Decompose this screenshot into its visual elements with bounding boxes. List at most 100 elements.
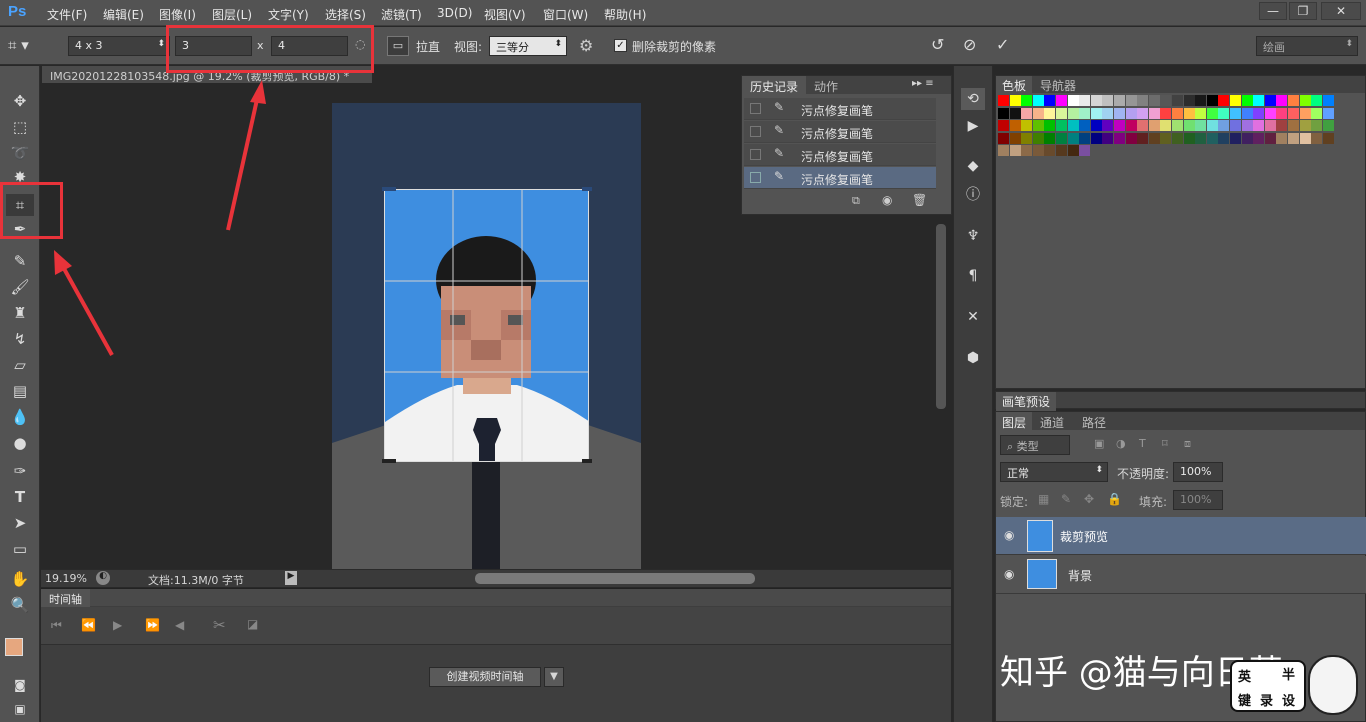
tool-presets-icon[interactable]: ✕ [961, 306, 985, 328]
color-swatch[interactable] [1009, 107, 1021, 119]
color-swatch[interactable] [1114, 120, 1125, 131]
layer-name[interactable]: 背景 [1068, 567, 1092, 584]
color-swatch[interactable] [1183, 95, 1195, 106]
color-swatch[interactable] [1148, 132, 1160, 144]
color-swatch[interactable] [1183, 132, 1195, 144]
color-swatch[interactable] [1090, 107, 1102, 119]
color-swatch[interactable] [1172, 107, 1183, 119]
color-swatch[interactable] [1044, 132, 1056, 144]
color-swatch[interactable] [1311, 120, 1323, 131]
color-swatch[interactable] [1206, 107, 1218, 119]
color-swatch[interactable] [1288, 132, 1299, 144]
color-swatch[interactable] [1218, 132, 1230, 144]
color-swatch[interactable] [1009, 132, 1021, 144]
color-swatch[interactable] [1264, 107, 1276, 119]
lock-transparent-icon[interactable]: ▦ [1038, 492, 1049, 506]
color-swatch[interactable] [1032, 107, 1044, 119]
color-swatch[interactable] [1056, 132, 1067, 144]
color-swatch[interactable] [1322, 132, 1334, 144]
color-swatch[interactable] [1253, 95, 1265, 106]
color-swatch[interactable] [1032, 145, 1044, 156]
color-swatch[interactable] [1125, 107, 1137, 119]
color-swatch[interactable] [1206, 95, 1218, 106]
color-swatch[interactable] [1299, 95, 1311, 106]
color-swatch[interactable] [1114, 132, 1125, 144]
color-swatch[interactable] [1021, 107, 1033, 119]
color-swatch[interactable] [1090, 132, 1102, 144]
color-swatch[interactable] [1172, 120, 1183, 131]
color-swatch[interactable] [998, 145, 1009, 156]
color-swatch[interactable] [1322, 120, 1334, 131]
create-video-timeline-button[interactable]: 创建视频时间轴 [429, 667, 541, 687]
color-swatch[interactable] [1125, 132, 1137, 144]
status-menu-arrow-icon[interactable]: ▶ [285, 571, 297, 585]
next-frame-icon[interactable]: ⏩ [145, 618, 160, 632]
color-swatch[interactable] [1090, 120, 1102, 131]
actions-panel-icon[interactable]: ▶ [961, 115, 985, 137]
tab-actions[interactable]: 动作 [810, 76, 842, 97]
horizontal-scrollbar[interactable] [475, 573, 755, 584]
color-swatch[interactable] [1218, 107, 1230, 119]
color-swatch[interactable] [998, 132, 1009, 144]
color-swatch[interactable] [1230, 132, 1241, 144]
color-swatch[interactable] [1021, 145, 1033, 156]
color-swatch[interactable] [1276, 107, 1288, 119]
play-icon[interactable]: ▶ [113, 618, 122, 632]
color-swatch[interactable] [1311, 95, 1323, 106]
filter-adjustment-icon[interactable]: ◑ [1116, 437, 1126, 450]
color-swatch[interactable] [1160, 107, 1172, 119]
history-item[interactable]: ✎ 污点修复画笔 [744, 121, 936, 143]
color-swatch[interactable] [1160, 132, 1172, 144]
color-swatch[interactable] [1241, 95, 1253, 106]
color-swatch[interactable] [1241, 107, 1253, 119]
tab-navigator[interactable]: 导航器 [1036, 76, 1080, 95]
3d-cube-icon[interactable]: ⬢ [961, 347, 985, 369]
color-swatch[interactable] [1090, 95, 1102, 106]
color-swatch[interactable] [1241, 132, 1253, 144]
color-swatch[interactable] [1044, 107, 1056, 119]
color-swatch[interactable] [1148, 95, 1160, 106]
color-swatch[interactable] [1264, 95, 1276, 106]
color-swatch[interactable] [1172, 132, 1183, 144]
color-swatch[interactable] [1125, 95, 1137, 106]
color-swatch[interactable] [1276, 120, 1288, 131]
color-swatch[interactable] [1148, 107, 1160, 119]
color-swatch[interactable] [1102, 107, 1114, 119]
color-swatch[interactable] [1102, 95, 1114, 106]
color-swatch[interactable] [1276, 95, 1288, 106]
color-swatch[interactable] [1114, 107, 1125, 119]
color-swatch[interactable] [1148, 120, 1160, 131]
color-swatch[interactable] [1322, 107, 1334, 119]
layer-item[interactable]: ◉ 背景 [996, 556, 1366, 594]
color-swatch[interactable] [1079, 132, 1091, 144]
history-item-selected[interactable]: ✎ 污点修复画笔 [744, 167, 936, 189]
color-swatch[interactable] [1021, 132, 1033, 144]
color-swatch[interactable] [1125, 120, 1137, 131]
tab-channels[interactable]: 通道 [1036, 412, 1068, 433]
history-item[interactable]: ✎ 污点修复画笔 [744, 144, 936, 166]
history-checkbox[interactable] [750, 149, 761, 160]
history-checkbox[interactable] [750, 126, 761, 137]
color-swatch[interactable] [1183, 120, 1195, 131]
color-swatch[interactable] [998, 107, 1009, 119]
color-swatch[interactable] [1056, 120, 1067, 131]
color-swatch[interactable] [1067, 95, 1079, 106]
history-checkbox[interactable] [750, 172, 761, 183]
color-swatch[interactable] [1160, 95, 1172, 106]
info-panel-icon[interactable]: ⓘ [961, 184, 985, 206]
color-swatch[interactable] [1079, 107, 1091, 119]
color-swatch[interactable] [1195, 120, 1207, 131]
previous-frame-icon[interactable]: ⏪ [81, 618, 96, 632]
color-swatch[interactable] [1114, 95, 1125, 106]
tab-history[interactable]: 历史记录 [742, 76, 807, 97]
color-swatch[interactable] [1230, 107, 1241, 119]
color-swatch[interactable] [1264, 120, 1276, 131]
opacity-input[interactable]: 100% [1173, 462, 1223, 482]
color-swatch[interactable] [1079, 120, 1091, 131]
snapshot-camera-icon[interactable]: ◉ [882, 193, 892, 207]
color-swatch[interactable] [1195, 132, 1207, 144]
brush-panel-icon[interactable]: ♆ [961, 225, 985, 247]
color-swatch[interactable] [1137, 120, 1149, 131]
color-swatch[interactable] [1253, 120, 1265, 131]
color-swatch[interactable] [1322, 95, 1334, 106]
